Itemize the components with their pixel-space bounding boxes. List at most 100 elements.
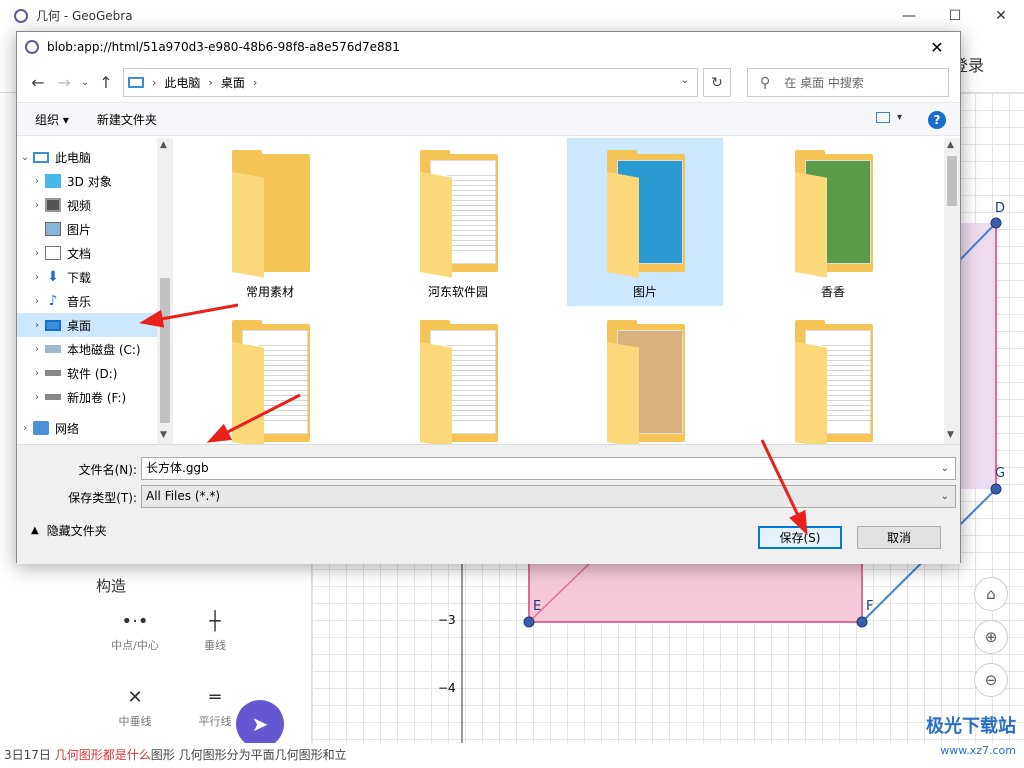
geogebra-logo-icon — [14, 8, 28, 23]
cancel-button[interactable]: 取消 — [857, 526, 941, 549]
forward-arrow-icon[interactable]: → — [51, 69, 77, 95]
filename-input[interactable]: 长方体.ggb ⌄ — [141, 457, 956, 480]
point-d[interactable] — [990, 217, 1002, 229]
perpendicular-icon: ┼ — [209, 611, 221, 632]
folder-icon — [795, 320, 873, 444]
tree-item-drive-f[interactable]: › 新加卷 (F:) — [17, 385, 157, 409]
tree-item-this-pc[interactable]: ⌄ 此电脑 — [17, 145, 157, 169]
folder-icon — [795, 150, 873, 278]
home-view-button[interactable]: ⌂ — [974, 577, 1008, 611]
new-folder-button[interactable]: 新建文件夹 — [97, 111, 157, 128]
help-icon[interactable]: ? — [928, 111, 946, 129]
tree-label: 软件 (D:) — [67, 366, 118, 381]
point-e[interactable] — [523, 616, 535, 628]
command-bar: 组织 ▾ 新建文件夹 ▾ ? — [17, 102, 960, 136]
midpoint-icon: •·• — [121, 611, 149, 632]
tree-item-music[interactable]: › ♪ 音乐 — [17, 289, 157, 313]
chevron-right-icon[interactable]: › — [29, 320, 45, 331]
chevron-right-icon[interactable]: › — [17, 423, 33, 434]
scroll-down-icon[interactable]: ▼ — [947, 430, 954, 440]
video-icon — [45, 198, 61, 212]
chevron-down-icon[interactable]: ⌄ — [941, 486, 949, 507]
zoom-out-button[interactable]: ⊖ — [974, 663, 1008, 697]
app-close-button[interactable]: ✕ — [978, 0, 1024, 31]
scroll-thumb[interactable] — [160, 278, 170, 423]
folder-item[interactable] — [755, 308, 911, 444]
cursor-fab-button[interactable]: ➤ — [236, 700, 284, 748]
dialog-close-button[interactable]: ✕ — [914, 32, 960, 62]
folder-item[interactable]: 常用素材 — [192, 138, 348, 306]
back-arrow-icon[interactable]: ← — [25, 69, 51, 95]
search-icon: ⚲ — [760, 74, 771, 91]
tree-item-documents[interactable]: › 文档 — [17, 241, 157, 265]
files-scrollbar[interactable]: ▲ ▼ — [944, 138, 960, 444]
computer-icon — [33, 151, 49, 163]
tree-item-downloads[interactable]: › ⬇ 下载 — [17, 265, 157, 289]
folder-item[interactable]: 河东软件园 — [380, 138, 536, 306]
chevron-down-icon[interactable]: ▾ — [897, 112, 902, 123]
tool-perpendicular[interactable]: ┼ 垂线 — [180, 607, 250, 653]
breadcrumb-pc[interactable]: 此电脑 — [164, 74, 200, 91]
scroll-up-icon[interactable]: ▲ — [947, 140, 954, 150]
dialog-titlebar: blob:app://html/51a970d3-e980-48b6-98f8-… — [17, 32, 960, 62]
scroll-thumb[interactable] — [947, 156, 957, 206]
folder-item[interactable]: 香香 — [755, 138, 911, 306]
bisector-icon: ✕ — [127, 687, 143, 708]
chevron-down-icon[interactable]: ⌄ — [681, 75, 689, 86]
scroll-down-icon[interactable]: ▼ — [160, 430, 167, 440]
folder-icon — [607, 320, 685, 444]
recent-dropdown-icon[interactable]: ⌄ — [77, 69, 93, 95]
chevron-right-icon[interactable]: › — [208, 76, 212, 89]
chevron-right-icon[interactable]: › — [29, 176, 45, 187]
refresh-button[interactable]: ↻ — [703, 68, 731, 97]
address-bar[interactable]: › 此电脑 › 桌面 › ⌄ — [123, 68, 698, 97]
minimize-button[interactable]: — — [886, 0, 932, 31]
point-g[interactable] — [990, 483, 1002, 495]
zoom-in-button[interactable]: ⊕ — [974, 620, 1008, 654]
tree-item-network[interactable]: › 网络 — [17, 416, 157, 440]
filetype-select[interactable]: All Files (*.*) ⌄ — [141, 485, 956, 508]
watermark-logo: 极光下载站 — [926, 716, 1016, 737]
filename-value: 长方体.ggb — [146, 461, 209, 475]
chevron-right-icon[interactable]: › — [29, 392, 45, 403]
breadcrumb-desktop[interactable]: 桌面 — [221, 74, 245, 91]
organize-button[interactable]: 组织 ▾ — [35, 111, 69, 128]
chevron-right-icon[interactable]: › — [253, 76, 257, 89]
chevron-down-icon[interactable]: ⌄ — [17, 152, 33, 163]
view-options-icon[interactable] — [876, 112, 890, 123]
tick-label: −3 — [438, 613, 456, 627]
chevron-right-icon[interactable]: › — [152, 76, 156, 89]
hide-folders-toggle[interactable]: ▲ 隐藏文件夹 — [31, 522, 107, 539]
up-arrow-icon[interactable]: ↑ — [93, 69, 119, 95]
folder-item[interactable] — [380, 308, 536, 444]
tree-item-videos[interactable]: › 视频 — [17, 193, 157, 217]
folder-item[interactable] — [192, 308, 348, 444]
bottom-link[interactable]: 几何图形都是什么 — [55, 748, 151, 762]
folder-item[interactable]: 图片 — [567, 138, 723, 306]
point-f[interactable] — [856, 616, 868, 628]
save-button[interactable]: 保存(S) — [758, 526, 842, 549]
chevron-right-icon[interactable]: › — [29, 200, 45, 211]
tree-item-drive-c[interactable]: › 本地磁盘 (C:) — [17, 337, 157, 361]
tool-midpoint[interactable]: •·• 中点/中心 — [100, 607, 170, 653]
chevron-right-icon[interactable]: › — [29, 272, 45, 283]
folder-icon — [420, 150, 498, 278]
tree-item-pictures[interactable]: 图片 — [17, 217, 157, 241]
search-input[interactable]: 在 桌面 中搜索 — [784, 74, 864, 91]
tick-label: −4 — [438, 681, 456, 695]
folder-label: 香香 — [820, 285, 845, 299]
search-box[interactable]: ⚲ 在 桌面 中搜索 — [747, 68, 949, 97]
maximize-button[interactable]: ☐ — [932, 0, 978, 31]
chevron-right-icon[interactable]: › — [29, 344, 45, 355]
tree-item-3d-objects[interactable]: › 3D 对象 — [17, 169, 157, 193]
scroll-up-icon[interactable]: ▲ — [160, 140, 167, 150]
tool-perpendicular-bisector[interactable]: ✕ 中垂线 — [100, 683, 170, 729]
tree-item-desktop[interactable]: › 桌面 — [17, 313, 157, 337]
chevron-right-icon[interactable]: › — [29, 296, 45, 307]
folder-item[interactable] — [567, 308, 723, 444]
chevron-right-icon[interactable]: › — [29, 248, 45, 259]
chevron-right-icon[interactable]: › — [29, 368, 45, 379]
chevron-down-icon[interactable]: ⌄ — [941, 458, 949, 479]
tree-scrollbar[interactable]: ▲ ▼ — [157, 138, 173, 444]
tree-item-drive-d[interactable]: › 软件 (D:) — [17, 361, 157, 385]
